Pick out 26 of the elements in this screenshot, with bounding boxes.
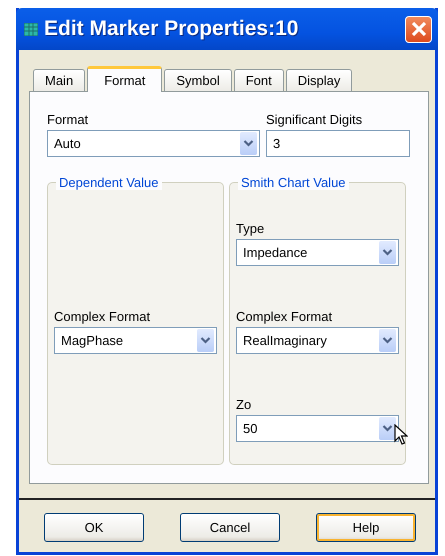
tab[interactable]: Display	[286, 69, 352, 91]
tab[interactable]: Main	[33, 69, 86, 91]
input-field[interactable]: 3	[266, 130, 410, 157]
cursor-icon	[394, 424, 408, 446]
tab[interactable]: Format	[87, 66, 162, 92]
format-dropdown[interactable]: Auto	[47, 130, 260, 157]
dialog-button[interactable]: Cancel	[180, 513, 280, 542]
field-label: Complex Format	[54, 309, 152, 324]
field-label: Zo	[236, 397, 252, 412]
dropdown[interactable]: Impedance	[236, 239, 399, 266]
dialog-button[interactable]: OK	[44, 513, 144, 542]
tab[interactable]: Symbol	[164, 69, 232, 91]
field-label: Format	[47, 112, 90, 127]
field-label: Significant Digits	[266, 112, 364, 127]
tab[interactable]: Font	[234, 69, 284, 91]
field-label: Type	[236, 221, 266, 236]
dropdown[interactable]: MagPhase	[54, 327, 217, 354]
dropdown[interactable]: 50	[236, 415, 399, 442]
field-label: Complex Format	[236, 309, 334, 324]
close-icon[interactable]	[405, 16, 432, 42]
group-title: Smith Chart Value	[238, 175, 349, 190]
window-title: Edit Marker Properties:10	[44, 17, 300, 41]
dialog-button[interactable]: Help	[316, 513, 416, 542]
dropdown[interactable]: RealImaginary	[236, 327, 399, 354]
group-title: Dependent Value	[56, 175, 162, 190]
grid-icon	[24, 22, 38, 36]
